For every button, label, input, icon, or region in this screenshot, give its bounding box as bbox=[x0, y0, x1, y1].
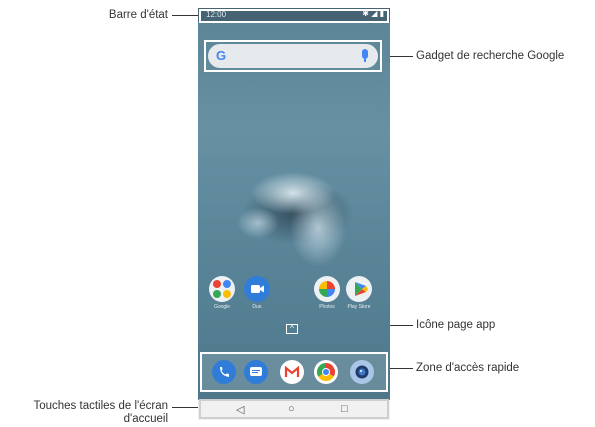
leader-status-bar bbox=[172, 15, 200, 16]
annotation-quick-access: Zone d'accès rapide bbox=[416, 362, 520, 374]
annotation-home-touch-line1: Touches tactiles de l'écran bbox=[33, 400, 168, 412]
annotation-home-touch-line2: d'accueil bbox=[123, 413, 168, 425]
status-bar-highlight bbox=[199, 9, 389, 23]
google-folder-glyph bbox=[213, 280, 231, 298]
app-label-duo: Duo bbox=[252, 304, 262, 310]
google-folder-icon[interactable] bbox=[209, 276, 235, 302]
app-label-photos: Photos bbox=[319, 304, 335, 310]
app-label-play-store: Play Store bbox=[347, 304, 371, 310]
play-store-icon[interactable] bbox=[346, 276, 372, 302]
photos-pinwheel-icon[interactable] bbox=[314, 276, 340, 302]
annotation-status-bar: Barre d'état bbox=[108, 9, 168, 21]
google-search-highlight bbox=[204, 40, 382, 72]
annotation-app-drawer: Icône page app bbox=[416, 319, 496, 331]
phone-screen: 12:00 ✱ ◢ ▮ G Google Duo Photos Play Sto… bbox=[198, 8, 390, 420]
app-drawer-icon[interactable]: ^ bbox=[286, 324, 298, 334]
duo-glyph bbox=[251, 285, 264, 293]
leader-home-touch-keys bbox=[172, 407, 200, 408]
app-label-google: Google bbox=[213, 304, 231, 310]
annotation-google-search: Gadget de recherche Google bbox=[416, 50, 565, 62]
photos-glyph bbox=[319, 281, 335, 297]
quick-access-highlight bbox=[200, 352, 388, 392]
play-glyph bbox=[355, 282, 368, 296]
leader-quick-access bbox=[386, 368, 413, 369]
navigation-bar-highlight bbox=[199, 399, 389, 419]
annotation-home-touch-keys: Touches tactiles de l'écran d'accueil bbox=[2, 400, 168, 426]
duo-video-icon[interactable] bbox=[244, 276, 270, 302]
